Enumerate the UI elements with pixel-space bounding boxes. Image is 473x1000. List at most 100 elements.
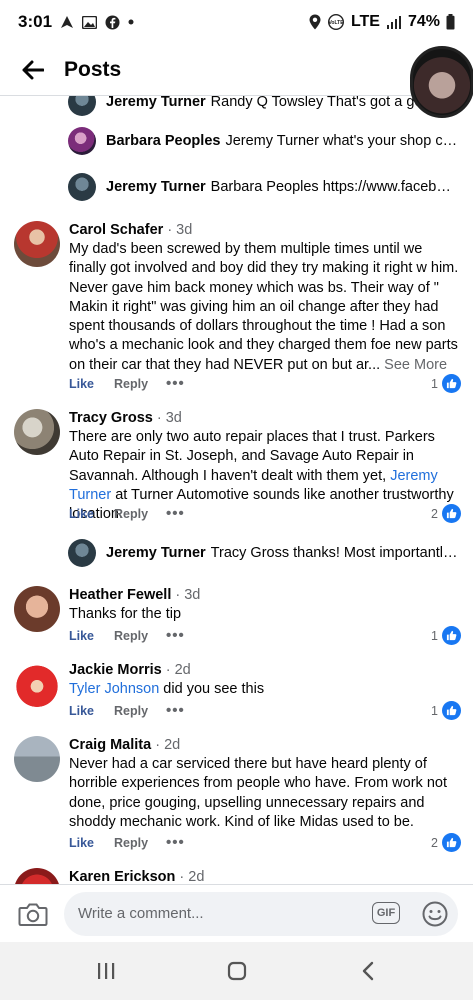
mention-link[interactable]: Tyler Johnson bbox=[69, 681, 159, 697]
thumbs-up-icon bbox=[442, 833, 461, 852]
reply-author[interactable]: Barbara Peoples bbox=[106, 133, 220, 149]
status-right: VoLTE LTE 74% bbox=[309, 13, 455, 31]
avatar[interactable] bbox=[68, 539, 96, 567]
reply-author[interactable]: Jeremy Turner bbox=[106, 179, 206, 195]
reaction-summary[interactable]: 1 bbox=[431, 374, 461, 393]
comment-text-content: did you see this bbox=[159, 681, 265, 697]
recents-icon bbox=[97, 963, 114, 979]
reply-button[interactable]: Reply bbox=[114, 629, 166, 643]
avatar[interactable] bbox=[68, 127, 96, 155]
volte-icon: VoLTE bbox=[327, 14, 345, 30]
reply-author[interactable]: Jeremy Turner bbox=[106, 96, 206, 110]
reply-button[interactable]: Reply bbox=[114, 377, 166, 391]
reply-item[interactable]: Jeremy Turner Randy Q Towsley That's got… bbox=[68, 96, 458, 116]
thumbs-up-icon bbox=[442, 504, 461, 523]
recents-button[interactable] bbox=[86, 951, 126, 991]
like-button[interactable]: Like bbox=[69, 836, 114, 850]
see-more-link[interactable]: See More bbox=[380, 357, 447, 373]
reply-button[interactable]: Reply bbox=[114, 507, 166, 521]
battery-icon bbox=[446, 14, 455, 30]
reply-item[interactable]: Jeremy Turner Tracy Gross thanks! Most i… bbox=[68, 539, 458, 567]
comment-time: · 2d bbox=[165, 662, 191, 678]
more-options-button[interactable]: ••• bbox=[166, 375, 185, 392]
comment-item: Karen Erickson · 2d bbox=[14, 868, 464, 884]
reaction-summary[interactable]: 2 bbox=[431, 504, 461, 523]
more-options-button[interactable]: ••• bbox=[166, 627, 185, 644]
back-button[interactable] bbox=[20, 57, 46, 83]
comment-body: Carol Schafer · 3d My dad's been screwed… bbox=[69, 221, 461, 375]
comment-author[interactable]: Jackie Morris bbox=[69, 662, 162, 678]
network-type: LTE bbox=[350, 13, 380, 30]
like-button[interactable]: Like bbox=[69, 507, 114, 521]
home-button[interactable] bbox=[217, 951, 257, 991]
system-nav-bar bbox=[0, 942, 473, 1000]
reaction-count: 1 bbox=[431, 628, 438, 643]
avatar[interactable] bbox=[68, 173, 96, 201]
back-arrow-icon bbox=[22, 60, 44, 79]
comment-author[interactable]: Craig Malita bbox=[69, 737, 151, 753]
svg-text:VoLTE: VoLTE bbox=[328, 20, 344, 26]
like-button[interactable]: Like bbox=[69, 377, 114, 391]
reply-author[interactable]: Jeremy Turner bbox=[106, 545, 206, 561]
header-bar: Posts bbox=[0, 44, 473, 96]
comment-actions: Like Reply ••• 2 bbox=[69, 504, 461, 523]
system-back-button[interactable] bbox=[348, 951, 388, 991]
avatar[interactable] bbox=[14, 221, 60, 267]
reply-button[interactable]: Reply bbox=[114, 836, 166, 850]
profile-chat-head[interactable] bbox=[410, 46, 473, 118]
comment-body: Jackie Morris · 2d Tyler Johnson did you… bbox=[69, 661, 461, 699]
reaction-summary[interactable]: 1 bbox=[431, 701, 461, 720]
status-bar: 3:01 VoLTE LTE 74% bbox=[0, 0, 473, 44]
avatar[interactable] bbox=[14, 586, 60, 632]
avatar[interactable] bbox=[14, 868, 60, 884]
comment-author[interactable]: Carol Schafer bbox=[69, 222, 163, 238]
navigation-icon bbox=[60, 15, 74, 29]
signal-icon bbox=[386, 15, 402, 29]
more-options-button[interactable]: ••• bbox=[166, 702, 185, 719]
emoji-icon[interactable] bbox=[422, 901, 448, 927]
battery-percent: 74% bbox=[407, 13, 440, 30]
comment-actions: Like Reply ••• 1 bbox=[69, 374, 461, 393]
reaction-count: 1 bbox=[431, 703, 438, 718]
comment-composer: Write a comment... GIF bbox=[0, 884, 473, 942]
comment-actions: Like Reply ••• 1 bbox=[69, 626, 461, 645]
avatar[interactable] bbox=[14, 409, 60, 455]
comment-header: Tracy Gross · 3d bbox=[69, 409, 461, 428]
reaction-summary[interactable]: 2 bbox=[431, 833, 461, 852]
comment-time: · 3d bbox=[156, 410, 182, 426]
comment-text: My dad's been screwed by them multiple t… bbox=[69, 240, 461, 375]
like-button[interactable]: Like bbox=[69, 704, 114, 718]
reply-text: Jeremy Turner what's your shop call... bbox=[225, 133, 458, 149]
more-options-button[interactable]: ••• bbox=[166, 834, 185, 851]
reaction-count: 1 bbox=[431, 376, 438, 391]
avatar[interactable] bbox=[68, 96, 96, 116]
comment-input[interactable]: Write a comment... GIF bbox=[64, 891, 458, 936]
reaction-summary[interactable]: 1 bbox=[431, 626, 461, 645]
reply-button[interactable]: Reply bbox=[114, 704, 166, 718]
comment-body: Craig Malita · 2d Never had a car servic… bbox=[69, 736, 461, 832]
like-button[interactable]: Like bbox=[69, 629, 114, 643]
avatar[interactable] bbox=[14, 661, 60, 707]
more-options-button[interactable]: ••• bbox=[166, 505, 185, 522]
comment-author[interactable]: Karen Erickson bbox=[69, 869, 175, 884]
comment-body: Heather Fewell · 3d Thanks for the tip bbox=[69, 586, 461, 624]
reply-item[interactable]: Barbara Peoples Jeremy Turner what's you… bbox=[68, 127, 458, 155]
comment-placeholder: Write a comment... bbox=[78, 905, 204, 922]
reply-item[interactable]: Jeremy Turner Barbara Peoples https://ww… bbox=[68, 173, 458, 201]
comment-time: · 3d bbox=[167, 222, 193, 238]
comment-author[interactable]: Tracy Gross bbox=[69, 410, 153, 426]
reply-text: Randy Q Towsley That's got a go bbox=[210, 96, 423, 110]
avatar[interactable] bbox=[14, 736, 60, 782]
comments-feed[interactable]: Jeremy Turner Randy Q Towsley That's got… bbox=[0, 96, 473, 884]
comment-header: Heather Fewell · 3d bbox=[69, 586, 461, 605]
comment-author[interactable]: Heather Fewell bbox=[69, 587, 171, 603]
comment-time: · 2d bbox=[155, 737, 181, 753]
comment-text: Tyler Johnson did you see this bbox=[69, 680, 461, 699]
thumbs-up-icon bbox=[442, 701, 461, 720]
page-title: Posts bbox=[64, 57, 122, 81]
camera-button[interactable] bbox=[16, 897, 50, 931]
comment-actions: Like Reply ••• 1 bbox=[69, 701, 461, 720]
gif-button[interactable]: GIF bbox=[372, 901, 400, 924]
reply-text: Tracy Gross thanks! Most importantly... bbox=[210, 545, 458, 561]
status-time: 3:01 bbox=[18, 12, 53, 31]
